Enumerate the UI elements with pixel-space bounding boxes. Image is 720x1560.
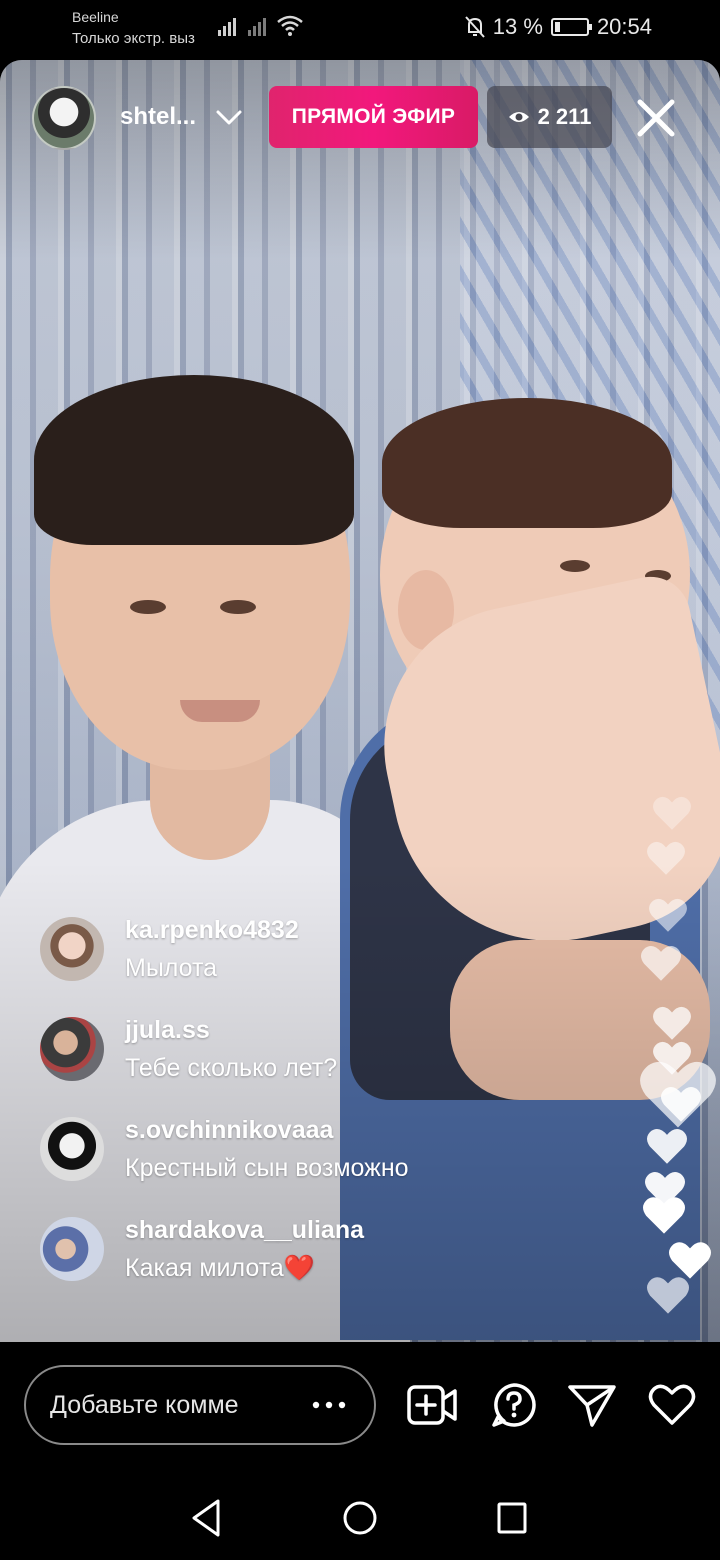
eye <box>130 600 166 614</box>
eye <box>560 560 590 572</box>
floating-heart-icon <box>669 1242 711 1279</box>
carrier-name: Beeline <box>72 9 119 25</box>
comment-text-content: Какая милота <box>125 1254 284 1282</box>
send-icon[interactable] <box>566 1381 618 1429</box>
viewer-count: 2 211 <box>537 104 592 129</box>
eye-icon <box>508 112 529 122</box>
mouth <box>180 700 260 722</box>
recents-icon[interactable] <box>496 1497 528 1539</box>
home-icon[interactable] <box>342 1497 378 1539</box>
question-icon[interactable] <box>488 1381 540 1429</box>
avatar[interactable] <box>40 917 104 981</box>
comment-item[interactable]: shardakova__uliana Какая милота❤️ <box>40 1215 560 1305</box>
heart-icon[interactable] <box>646 1381 698 1429</box>
avatar[interactable] <box>40 1117 104 1181</box>
floating-heart-icon <box>653 1006 691 1040</box>
avatar[interactable] <box>40 1217 104 1281</box>
host-avatar[interactable] <box>32 86 96 150</box>
comment-item[interactable]: jjula.ss Тебе сколько лет? <box>40 1015 560 1105</box>
signal-icon-2 <box>248 14 272 36</box>
status-right: 13 % 20:54 <box>465 14 652 40</box>
comment-input[interactable]: Добавьте комме <box>24 1365 376 1445</box>
comment-username[interactable]: jjula.ss <box>125 1015 210 1045</box>
floating-heart-icon <box>660 1087 702 1122</box>
floating-heart-icon <box>653 796 691 830</box>
comment-text: Крестный сын возможно <box>125 1154 409 1182</box>
battery-percent: 13 % <box>492 14 543 39</box>
video-figure-hair <box>34 375 354 545</box>
screen: Beeline Только экстр. выз 13 % 20:54 sht… <box>0 0 720 1560</box>
battery-icon <box>550 18 592 36</box>
comment-text: Какая милота❤️ <box>125 1253 315 1283</box>
comment-text: Мылота <box>125 954 218 982</box>
comment-input-placeholder: Добавьте комме <box>50 1390 239 1419</box>
carrier-status: Только экстр. выз <box>72 30 195 47</box>
floating-heart-icon <box>647 1277 689 1314</box>
comment-username[interactable]: ka.rpenko4832 <box>125 915 299 945</box>
add-video-icon[interactable] <box>406 1381 458 1429</box>
back-icon[interactable] <box>190 1497 222 1539</box>
bell-off-icon <box>465 16 485 38</box>
signal-icon <box>218 14 242 36</box>
floating-heart-icon <box>640 946 682 981</box>
close-icon[interactable] <box>632 94 680 142</box>
viewer-count-pill[interactable]: 2 211 <box>487 86 612 148</box>
avatar[interactable] <box>40 1017 104 1081</box>
heart-emoji: ❤️ <box>283 1254 315 1282</box>
clock: 20:54 <box>596 14 652 39</box>
live-badge: ПРЯМОЙ ЭФИР <box>269 86 478 148</box>
status-bar: Beeline Только экстр. выз 13 % 20:54 <box>0 0 720 58</box>
comment-text: Тебе сколько лет? <box>125 1054 338 1082</box>
comment-item[interactable]: ka.rpenko4832 Мылота <box>40 915 560 1005</box>
floating-heart-icon <box>649 898 687 932</box>
more-icon[interactable] <box>312 1401 346 1409</box>
floating-heart-icon <box>647 841 685 875</box>
comment-username[interactable]: shardakova__uliana <box>125 1215 364 1245</box>
host-name[interactable]: shtel... <box>120 100 196 134</box>
floating-heart-icon <box>643 1197 685 1234</box>
comment-item[interactable]: s.ovchinnikovaaa Крестный сын возможно <box>40 1115 560 1205</box>
wifi-icon <box>277 15 303 36</box>
chevron-down-icon[interactable] <box>214 104 244 130</box>
floating-heart-icon <box>646 1129 688 1164</box>
eye <box>220 600 256 614</box>
video-baby-hair <box>382 398 672 528</box>
comment-username[interactable]: s.ovchinnikovaaa <box>125 1115 333 1145</box>
